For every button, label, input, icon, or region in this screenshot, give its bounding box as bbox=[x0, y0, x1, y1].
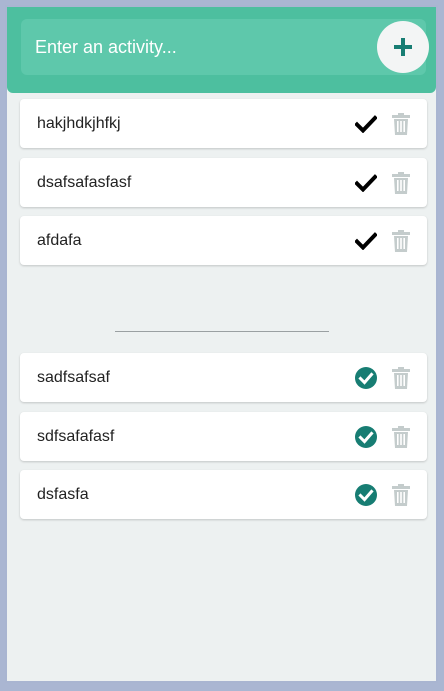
checkmark-icon bbox=[355, 115, 377, 133]
uncomplete-button[interactable] bbox=[351, 423, 381, 451]
completed-item: dsfasfa bbox=[20, 470, 427, 519]
activity-input[interactable] bbox=[21, 19, 361, 75]
complete-button[interactable] bbox=[351, 169, 381, 197]
uncomplete-button[interactable] bbox=[351, 364, 381, 392]
complete-button[interactable] bbox=[351, 227, 381, 255]
trash-icon bbox=[392, 425, 410, 448]
trash-icon bbox=[392, 230, 410, 252]
delete-button[interactable] bbox=[389, 482, 413, 508]
uncomplete-button[interactable] bbox=[351, 481, 381, 509]
plus-icon bbox=[394, 38, 412, 56]
todo-item-text: hakjhdkjhfkj bbox=[37, 115, 121, 132]
completed-item: sadfsafsaf bbox=[20, 353, 427, 402]
add-button[interactable] bbox=[377, 21, 429, 73]
check-circle-icon bbox=[355, 484, 377, 506]
todo-item-text: dsafsafasfasf bbox=[37, 173, 132, 191]
trash-icon bbox=[392, 113, 410, 135]
complete-button[interactable] bbox=[351, 110, 381, 138]
todo-item: hakjhdkjhfkj bbox=[20, 99, 427, 148]
completed-item-text: sadfsafsaf bbox=[37, 369, 110, 386]
todo-item: afdafa bbox=[20, 216, 427, 265]
delete-button[interactable] bbox=[389, 365, 413, 391]
completed-item-text: dsfasfa bbox=[37, 486, 89, 503]
completed-list: sadfsafsaf sdfsafafasf dsfasfa bbox=[20, 353, 427, 529]
delete-button[interactable] bbox=[389, 170, 413, 196]
delete-button[interactable] bbox=[389, 111, 413, 137]
trash-icon bbox=[392, 484, 410, 506]
check-circle-icon bbox=[355, 425, 377, 448]
trash-icon bbox=[392, 367, 410, 389]
trash-icon bbox=[392, 171, 410, 194]
todo-item: dsafsafasfasf bbox=[20, 157, 427, 207]
check-circle-icon bbox=[355, 367, 377, 389]
completed-item-text: sdfsafafasf bbox=[37, 427, 115, 445]
checkmark-icon bbox=[355, 173, 377, 192]
delete-button[interactable] bbox=[389, 228, 413, 254]
completed-item: sdfsafafasf bbox=[20, 411, 427, 461]
todo-item-text: afdafa bbox=[37, 232, 82, 249]
header bbox=[7, 7, 436, 93]
todo-app: hakjhdkjhfkj dsafsafasfasf bbox=[5, 5, 438, 683]
delete-button[interactable] bbox=[389, 424, 413, 450]
checkmark-icon bbox=[355, 232, 377, 250]
todo-list: hakjhdkjhfkj dsafsafasfasf afdafa bbox=[20, 99, 427, 275]
add-activity-bar bbox=[21, 19, 429, 75]
list-divider bbox=[115, 331, 329, 332]
